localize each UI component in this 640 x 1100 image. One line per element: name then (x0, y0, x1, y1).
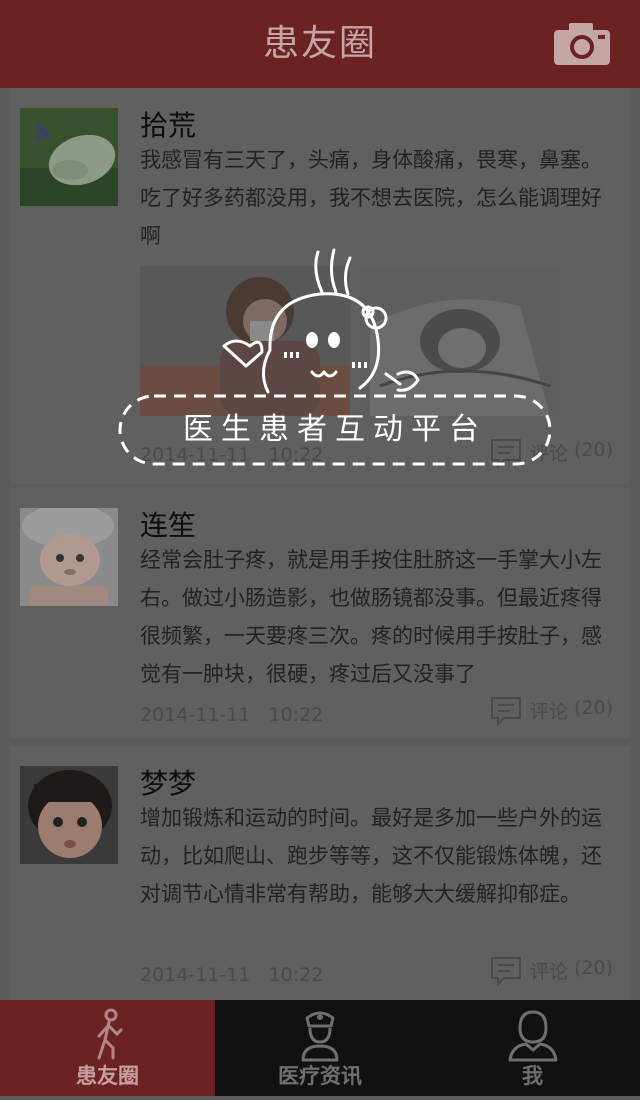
post-date: 2014-11-11 10:22 (140, 444, 324, 466)
author-name: 梦梦 (140, 767, 197, 800)
page-title: 患友圈 (262, 23, 377, 64)
tab-label: 医疗资讯 (278, 1064, 362, 1088)
tab-medical-news[interactable]: 医疗资讯 (215, 1000, 425, 1096)
comment-label: 评论 (530, 443, 569, 465)
post-date: 2014-11-11 10:22 (140, 704, 324, 726)
avatar[interactable] (20, 108, 118, 206)
comment-button[interactable]: 评论 (20) (490, 696, 620, 726)
comment-button[interactable]: 评论 (20) (490, 438, 620, 468)
bottom-tab-bar: 患友圈 医疗资讯 我 (0, 1000, 640, 1096)
user-icon (508, 1010, 557, 1062)
comment-icon (491, 957, 521, 986)
walking-person-icon (97, 1008, 122, 1060)
post-photos[interactable] (140, 266, 560, 416)
comment-icon (491, 439, 521, 468)
comment-icon (491, 697, 521, 726)
app-header: 患友圈 (0, 0, 640, 88)
post-text: 增加锻炼和运动的时间。最好是多加一些户外的运动，比如爬山、跑步等等，这不仅能锻炼… (140, 806, 602, 906)
avatar[interactable] (20, 508, 118, 606)
tab-label: 我 (522, 1064, 543, 1088)
post-card[interactable]: 梦梦 增加锻炼和运动的时间。最好是多加一些户外的运动，比如爬山、跑步等等，这不仅… (10, 746, 630, 1000)
post-date: 2014-11-11 10:22 (140, 964, 324, 986)
post-card[interactable]: 连笙 经常会肚子疼，就是用手按住肚脐这一手掌大小左右。做过小肠造影，也做肠镜都没… (10, 488, 630, 738)
comment-label: 评论 (530, 701, 569, 723)
comment-count: (20) (574, 697, 614, 719)
tab-patient-circle[interactable]: 患友圈 (0, 1000, 215, 1096)
comment-button[interactable]: 评论 (20) (490, 956, 620, 986)
post-feed[interactable]: 拾荒 我感冒有三天了，头痛，身体酸痛，畏寒，鼻塞。吃了好多药都没用，我不想去医院… (0, 88, 640, 1000)
avatar[interactable] (20, 766, 118, 864)
tab-me[interactable]: 我 (425, 1000, 640, 1096)
author-name: 拾荒 (140, 109, 197, 142)
post-card[interactable]: 拾荒 我感冒有三天了，头痛，身体酸痛，畏寒，鼻塞。吃了好多药都没用，我不想去医院… (10, 88, 630, 484)
post-text: 我感冒有三天了，头痛，身体酸痛，畏寒，鼻塞。吃了好多药都没用，我不想去医院，怎么… (140, 148, 602, 248)
comment-count: (20) (574, 439, 614, 461)
comment-label: 评论 (530, 961, 569, 983)
author-name: 连笙 (140, 509, 197, 542)
post-text: 经常会肚子疼，就是用手按住肚脐这一手掌大小左右。做过小肠造影，也做肠镜都没事。但… (140, 548, 602, 686)
camera-icon[interactable] (553, 22, 611, 66)
nurse-icon (301, 1011, 339, 1062)
post-photo[interactable] (140, 266, 560, 416)
tab-label: 患友圈 (76, 1064, 139, 1088)
comment-count: (20) (574, 957, 614, 979)
